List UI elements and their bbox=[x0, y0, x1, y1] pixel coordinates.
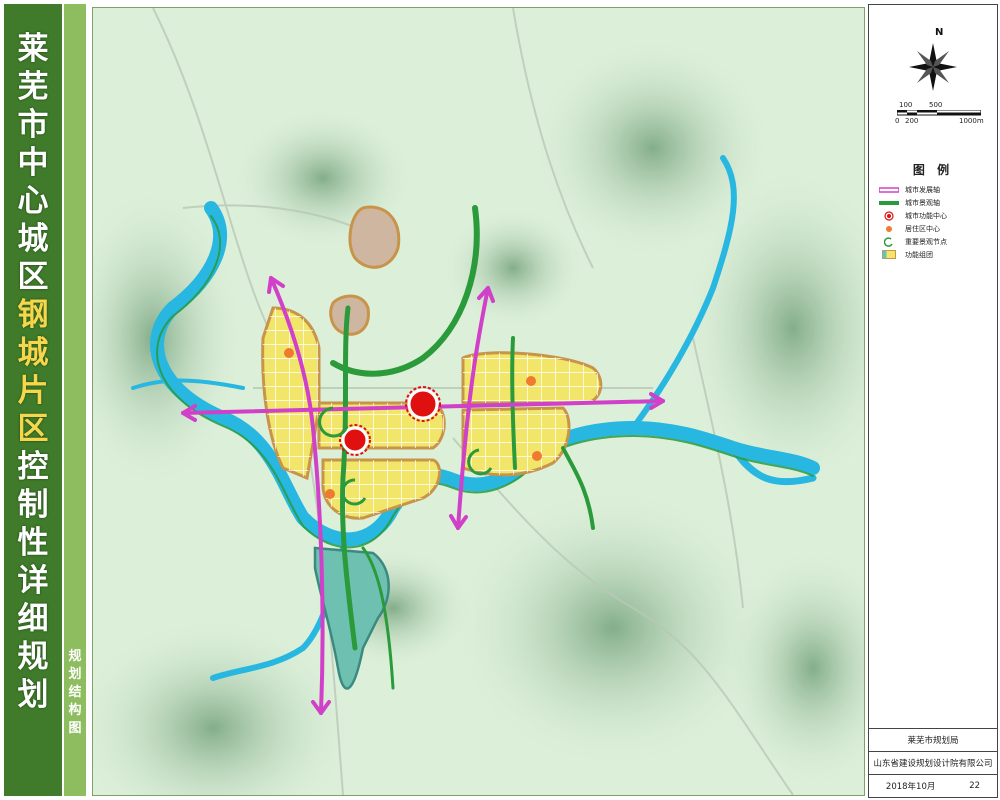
function-cluster-icon bbox=[879, 250, 899, 260]
legend-item: 功能组团 bbox=[879, 248, 947, 261]
title-char: 制 bbox=[17, 487, 49, 523]
title-char: 芜 bbox=[17, 69, 49, 105]
title-char: 细 bbox=[17, 601, 49, 637]
legend-title: 图 例 bbox=[912, 163, 954, 177]
date-page-row: 2018年10月 22 bbox=[869, 774, 997, 797]
landscape-axis-icon bbox=[879, 198, 899, 208]
title-char: 规 bbox=[17, 639, 49, 675]
scale-bar: 100 500 0 200 1000m bbox=[893, 101, 984, 133]
scale-bottom-label-2: 200 bbox=[905, 117, 919, 125]
title-char: 区 bbox=[17, 259, 49, 295]
scale-bottom-label-3: 1000m bbox=[959, 117, 984, 125]
legend-label: 城市功能中心 bbox=[905, 211, 947, 220]
title-char: 市 bbox=[17, 107, 49, 143]
north-label: N bbox=[935, 27, 944, 38]
title-char: 心 bbox=[17, 183, 49, 219]
title-block: 莱芜市规划局 山东省建设规划设计院有限公司 2018年10月 22 bbox=[869, 728, 997, 797]
title-char: 城 bbox=[17, 335, 49, 371]
title-char: 城 bbox=[17, 221, 49, 257]
legend-label: 居住区中心 bbox=[905, 224, 940, 233]
legend-item: 城市景观轴 bbox=[879, 196, 947, 209]
subtitle-char: 划 bbox=[68, 667, 82, 682]
title-char: 区 bbox=[17, 411, 49, 447]
subtitle-char: 结 bbox=[68, 685, 82, 700]
landscape-node-icon bbox=[879, 236, 899, 247]
legend-item: 城市功能中心 bbox=[879, 209, 947, 222]
plan-date: 2018年10月 bbox=[885, 782, 936, 792]
residential-center-icon bbox=[879, 224, 899, 234]
subtitle-char: 构 bbox=[68, 703, 82, 718]
development-axis-icon bbox=[879, 185, 899, 195]
function-center-icon bbox=[879, 210, 899, 221]
scale-top-label-2: 500 bbox=[929, 101, 943, 109]
legend-item: 居住区中心 bbox=[879, 222, 947, 235]
legend-label: 城市发展轴 bbox=[905, 185, 940, 194]
planning-map[interactable] bbox=[92, 7, 865, 796]
title-char: 控 bbox=[17, 449, 49, 485]
compass-icon: N bbox=[905, 27, 961, 91]
title-char: 片 bbox=[17, 373, 49, 409]
legend-item: 重要景观节点 bbox=[879, 235, 947, 248]
legend: 城市发展轴 城市景观轴 城市功能中心 居住区中心 重要景观节点 功能组团 bbox=[879, 183, 947, 261]
legend-label: 功能组团 bbox=[905, 250, 933, 259]
bureau-name: 莱芜市规划局 bbox=[869, 728, 997, 751]
title-char: 钢 bbox=[17, 297, 49, 333]
map-subtitle: 规划结构图 bbox=[64, 648, 86, 738]
legend-item: 城市发展轴 bbox=[879, 183, 947, 196]
info-panel: N 100 500 0 200 1000m 图 例 城市发展轴 城市景观轴 城市… bbox=[868, 4, 998, 798]
map-canvas bbox=[93, 8, 864, 795]
page-frame: 莱芜市中心城区钢城片区控制性详细规划 规划结构图 N 100 500 0 200… bbox=[0, 0, 1000, 800]
title-char: 性 bbox=[17, 525, 49, 561]
scale-bottom-label-1: 0 bbox=[895, 117, 900, 125]
map-title: 莱芜市中心城区钢城片区控制性详细规划 bbox=[4, 30, 62, 714]
page-number: 22 bbox=[969, 781, 981, 791]
title-char: 详 bbox=[17, 563, 49, 599]
title-char: 划 bbox=[17, 677, 49, 713]
subtitle-char: 规 bbox=[68, 649, 82, 664]
scale-top-label-1: 100 bbox=[899, 101, 913, 109]
title-char: 莱 bbox=[17, 31, 49, 67]
legend-label: 城市景观轴 bbox=[905, 198, 940, 207]
subtitle-char: 图 bbox=[68, 721, 82, 736]
legend-label: 重要景观节点 bbox=[905, 237, 947, 246]
title-char: 中 bbox=[17, 145, 49, 181]
institute-name: 山东省建设规划设计院有限公司 bbox=[869, 751, 997, 774]
